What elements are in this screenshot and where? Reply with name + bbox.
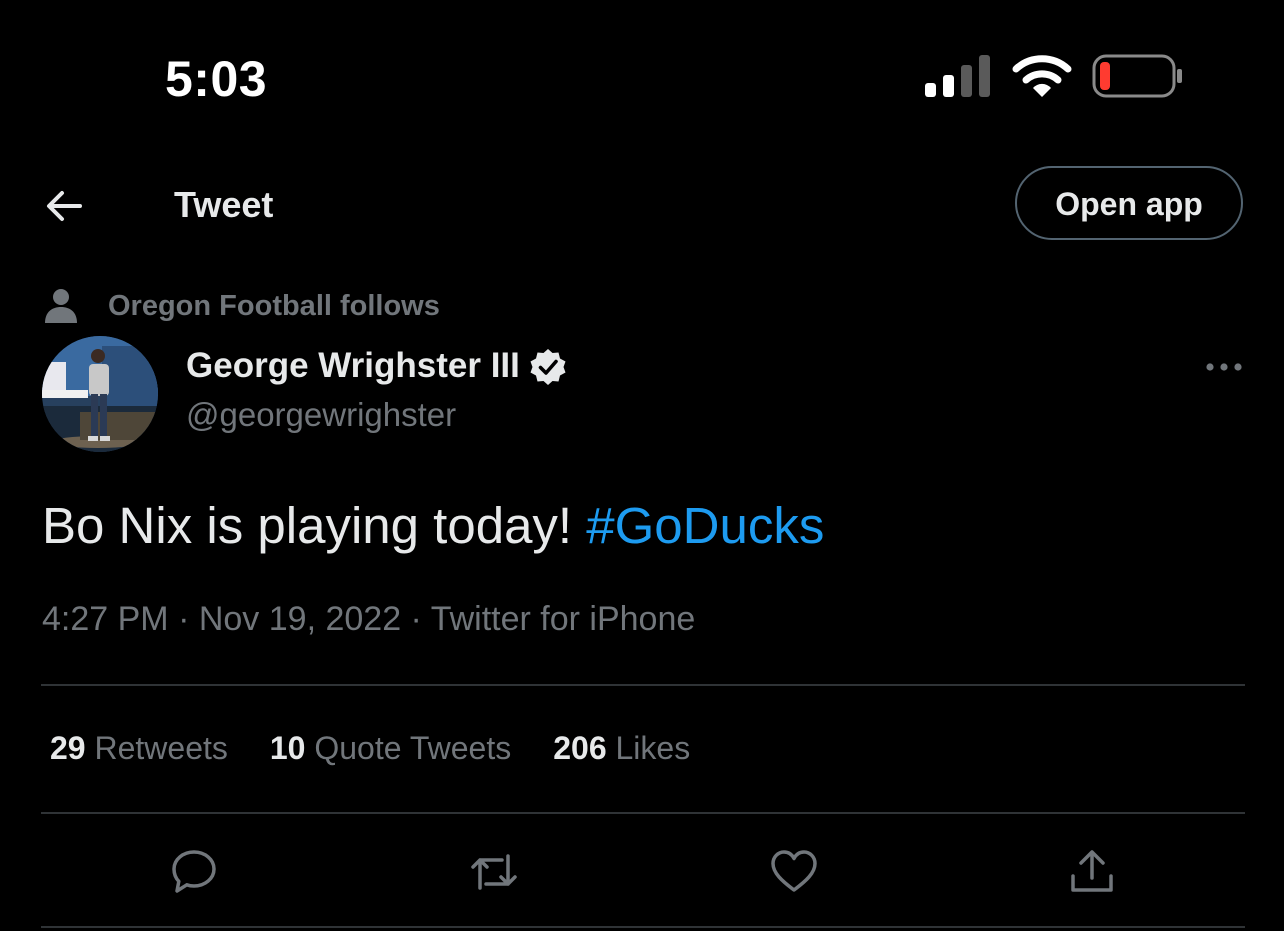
author-handle[interactable]: @georgewrighster bbox=[186, 396, 456, 434]
wifi-icon bbox=[1012, 55, 1072, 97]
author-name[interactable]: George Wrighster III bbox=[186, 346, 520, 386]
divider bbox=[41, 684, 1245, 686]
tweet-stats: 29 Retweets 10 Quote Tweets 206 Likes bbox=[50, 730, 732, 767]
divider bbox=[41, 926, 1245, 928]
divider bbox=[41, 812, 1245, 814]
meta-separator: · bbox=[401, 600, 431, 638]
avatar[interactable] bbox=[42, 336, 158, 452]
page-title: Tweet bbox=[174, 184, 274, 225]
share-icon[interactable] bbox=[1066, 846, 1118, 898]
hashtag-link[interactable]: #GoDucks bbox=[586, 497, 824, 554]
tweet-source[interactable]: Twitter for iPhone bbox=[431, 600, 696, 638]
tweet-body: Bo Nix is playing today! bbox=[42, 497, 587, 554]
verified-badge-icon bbox=[530, 349, 566, 385]
tweet-text: Bo Nix is playing today! #GoDucks bbox=[42, 496, 824, 555]
reply-icon[interactable] bbox=[168, 846, 220, 898]
retweets-stat[interactable]: 29 Retweets bbox=[50, 730, 228, 766]
cellular-signal-icon bbox=[925, 55, 991, 97]
social-context-text[interactable]: Oregon Football follows bbox=[108, 290, 440, 323]
tweet-metadata: 4:27 PM · Nov 19, 2022 · Twitter for iPh… bbox=[42, 600, 695, 639]
retweet-icon[interactable] bbox=[468, 846, 520, 898]
like-icon[interactable] bbox=[768, 846, 820, 898]
quote-tweets-stat[interactable]: 10 Quote Tweets bbox=[270, 730, 511, 766]
tweet-time[interactable]: 4:27 PM bbox=[42, 600, 169, 638]
status-time: 5:03 bbox=[165, 51, 268, 107]
meta-separator: · bbox=[168, 600, 199, 638]
arrow-left-icon[interactable] bbox=[42, 184, 86, 228]
more-icon[interactable] bbox=[1204, 352, 1244, 382]
person-icon bbox=[45, 289, 77, 323]
open-app-button[interactable]: Open app bbox=[1015, 166, 1243, 240]
likes-stat[interactable]: 206 Likes bbox=[553, 730, 690, 766]
tweet-date[interactable]: Nov 19, 2022 bbox=[199, 600, 401, 638]
battery-icon bbox=[1092, 54, 1182, 98]
